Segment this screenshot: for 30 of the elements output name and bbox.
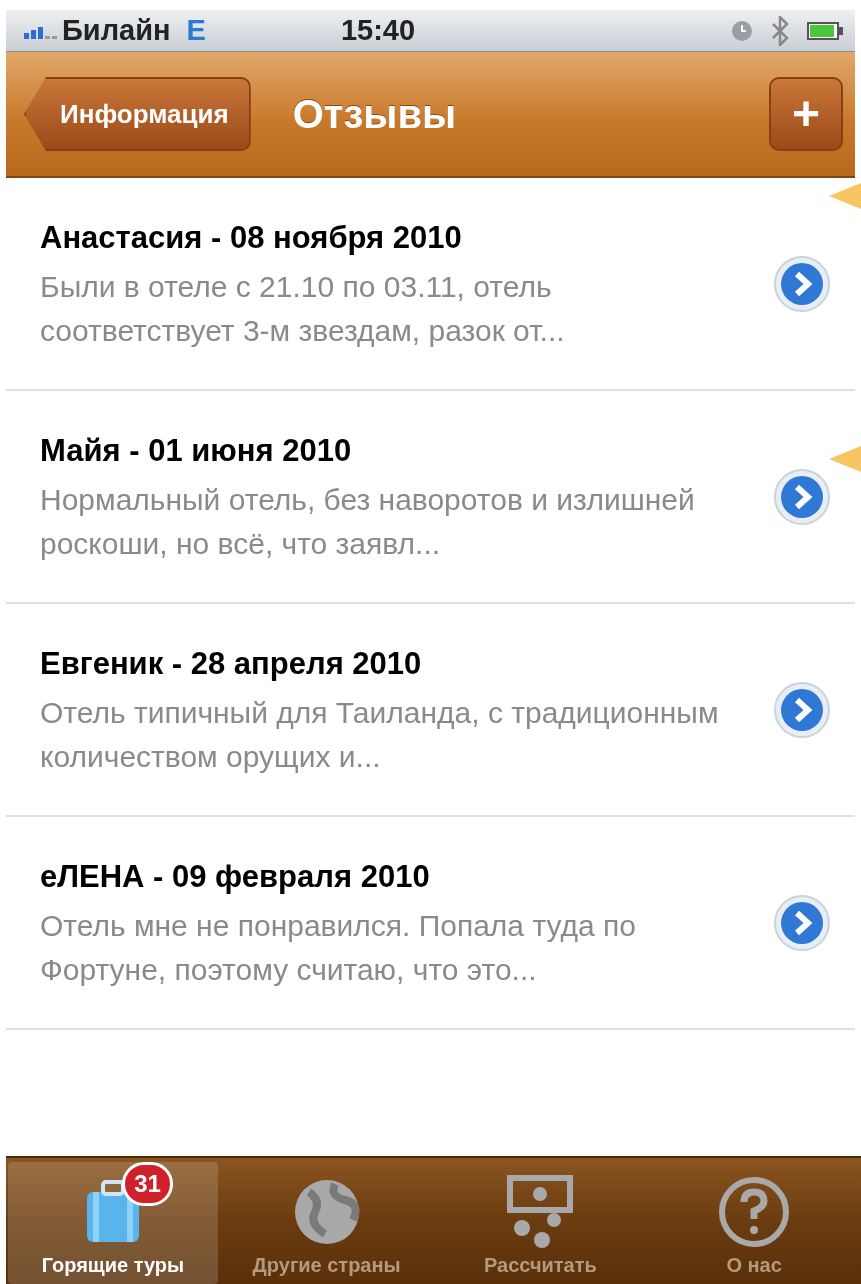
disclosure-button[interactable] <box>773 254 831 313</box>
clock-icon <box>731 19 753 42</box>
tab-item[interactable]: Рассчитать <box>435 1162 646 1284</box>
review-title: Анастасия - 08 ноября 2010 <box>40 218 463 257</box>
battery-icon <box>807 20 843 41</box>
review-snippet: Были в отеле с 21.10 по 03.11, отель соответствует 3-м звездам, разок от... <box>40 269 566 349</box>
review-row[interactable]: еЛЕНА - 09 февраля 2010 Отель мне не понравился. Попала туда по Фортуне, поэтому считаю, что это... <box>6 817 855 1030</box>
review-title: еЛЕНА - 09 февраля 2010 <box>40 857 431 896</box>
review-snippet: Отель мне не понравился. Попала туда по Фортуне, поэтому считаю, что это... <box>40 908 637 988</box>
review-title: Евгеник - 28 апреля 2010 <box>40 644 423 683</box>
carrier-name: Билайн <box>62 12 171 48</box>
network-type: E <box>186 12 206 48</box>
tab-item[interactable]: 31 Горящие туры <box>8 1162 218 1284</box>
review-snippet: Отель типичный для Таиланда, с традиционным количеством орущих и... <box>40 695 720 775</box>
review-title: Майя - 01 июня 2010 <box>40 431 353 470</box>
add-button[interactable]: + <box>769 77 843 151</box>
back-button[interactable]: Информация <box>24 77 251 151</box>
disclosure-button[interactable] <box>773 680 831 739</box>
review-row[interactable]: Евгеник - 28 апреля 2010 Отель типичный для Таиланда, с традиционным количеством орущих и... <box>6 604 855 817</box>
review-row[interactable]: Майя - 01 июня 2010 Нормальный отель, без наворотов и излишней роскоши, но всё, что заявл... <box>6 391 855 604</box>
review-row[interactable]: Анастасия - 08 ноября 2010 Были в отеле с 21.10 по 03.11, отель соответствует 3-м звездам, разок от... <box>6 178 855 391</box>
disclosure-button[interactable] <box>773 893 831 952</box>
count-badge: 31 <box>122 1162 173 1206</box>
disclosure-button[interactable] <box>773 467 831 526</box>
tab-item[interactable]: О нас <box>649 1162 859 1284</box>
review-snippet: Нормальный отель, без наворотов и излишней роскоши, но всё, что заявл... <box>40 482 696 562</box>
screen-title: Отзывы <box>292 91 457 138</box>
status-time: 15:40 <box>340 12 416 48</box>
bluetooth-icon <box>769 15 791 46</box>
tab-item[interactable]: Другие страны <box>221 1162 432 1284</box>
